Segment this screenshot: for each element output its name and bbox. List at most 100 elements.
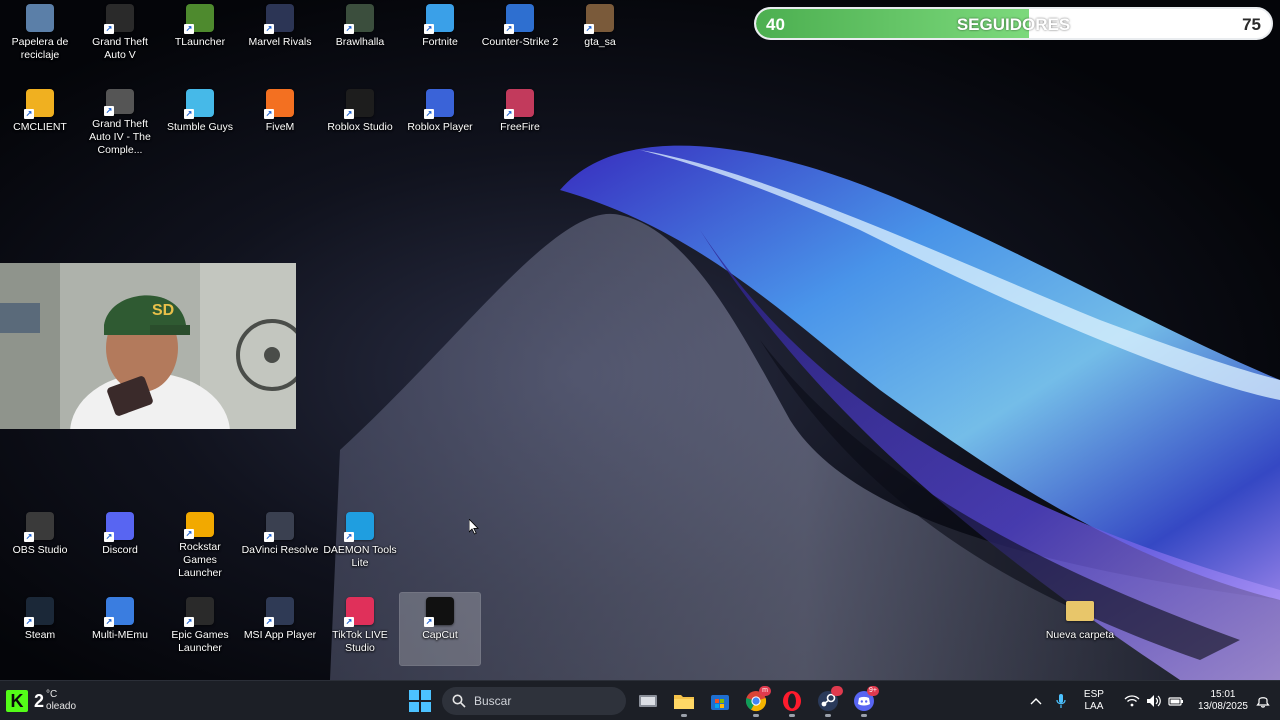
desktop-icon-label: Epic Games Launcher bbox=[171, 629, 229, 654]
windows-icon bbox=[409, 690, 431, 712]
gta-sa-icon: ↗ bbox=[584, 4, 614, 34]
followers-goal-bar: 40 SEGUIDORES 75 bbox=[754, 7, 1273, 40]
system-tray: ESP LAA 15:01 13/08/2025 bbox=[1030, 685, 1270, 717]
volume-icon[interactable] bbox=[1146, 694, 1162, 708]
desktop-icon-freefire[interactable]: ↗ FreeFire bbox=[480, 85, 560, 157]
desktop-icon-capcut[interactable]: ↗ CapCut bbox=[399, 592, 481, 666]
wifi-icon[interactable] bbox=[1124, 695, 1140, 707]
taskbar: K 2 °C oleado Buscar m 9+ ESP LAA 15:01 … bbox=[0, 680, 1280, 720]
fortnite-icon: ↗ bbox=[424, 4, 454, 34]
desktop-icon-tlauncher[interactable]: ↗ TLauncher bbox=[160, 0, 240, 72]
desktop-icon-label: FiveM bbox=[265, 121, 295, 133]
desktop-icon-label: DaVinci Resolve bbox=[241, 544, 319, 556]
brawlhalla-icon: ↗ bbox=[344, 4, 374, 34]
desktop-icon-msi-app-player[interactable]: ↗ MSI App Player bbox=[240, 593, 320, 665]
epic-games-icon: ↗ bbox=[184, 597, 214, 627]
weather-unit: °C bbox=[46, 689, 58, 700]
shortcut-arrow-icon: ↗ bbox=[264, 532, 274, 542]
desktop-icon-nueva-carpeta[interactable]: Nueva carpeta bbox=[1040, 593, 1120, 665]
microphone-icon[interactable] bbox=[1056, 693, 1066, 709]
desktop-icon-obs[interactable]: ↗ OBS Studio bbox=[0, 508, 80, 580]
file-explorer-button[interactable] bbox=[668, 685, 700, 717]
chrome-button[interactable]: m bbox=[740, 685, 772, 717]
desktop-icon-daemon-tools[interactable]: ↗ DAEMON Tools Lite bbox=[320, 508, 400, 580]
clock[interactable]: 15:01 13/08/2025 bbox=[1198, 689, 1248, 713]
battery-icon[interactable] bbox=[1168, 695, 1184, 707]
desktop-icon-label: Discord bbox=[102, 544, 138, 556]
shortcut-arrow-icon: ↗ bbox=[504, 24, 514, 34]
discord-badge: 9+ bbox=[867, 686, 879, 696]
shortcut-arrow-icon: ↗ bbox=[184, 617, 194, 627]
notifications-icon[interactable] bbox=[1256, 694, 1270, 708]
rockstar-icon: ↗ bbox=[184, 512, 214, 539]
desktop-icon-label: Steam bbox=[24, 629, 56, 641]
shortcut-arrow-icon: ↗ bbox=[104, 617, 114, 627]
stumble-guys-icon: ↗ bbox=[184, 89, 214, 119]
taskbar-search[interactable]: Buscar bbox=[442, 687, 626, 715]
desktop-icon-cs2[interactable]: ↗ Counter-Strike 2 bbox=[480, 0, 560, 72]
desktop-icon-gta5[interactable]: ↗ Grand Theft Auto V bbox=[80, 0, 160, 72]
desktop-icon-roblox-studio[interactable]: ↗ Roblox Studio bbox=[320, 85, 400, 157]
cmclient-icon: ↗ bbox=[24, 89, 54, 119]
shortcut-arrow-icon: ↗ bbox=[424, 24, 434, 34]
desktop-icon-gta4[interactable]: ↗ Grand Theft Auto IV - The Comple... bbox=[80, 85, 160, 157]
desktop-icon-tiktok-live[interactable]: ↗ TikTok LIVE Studio bbox=[320, 593, 400, 665]
desktop-icon-label: CMCLIENT bbox=[13, 121, 67, 133]
capcut-icon: ↗ bbox=[424, 597, 454, 627]
weather-widget[interactable]: K 2 °C oleado bbox=[6, 685, 76, 717]
desktop-icon-label: CapCut bbox=[422, 629, 458, 641]
desktop-icon-label: MSI App Player bbox=[243, 629, 317, 641]
chrome-badge: m bbox=[759, 686, 771, 696]
weather-temp-value: 2 bbox=[34, 690, 45, 711]
shortcut-arrow-icon: ↗ bbox=[504, 109, 514, 119]
steam-taskbar-button[interactable] bbox=[812, 685, 844, 717]
desktop-icon-davinci[interactable]: ↗ DaVinci Resolve bbox=[240, 508, 320, 580]
desktop-icon-steam[interactable]: ↗ Steam bbox=[0, 593, 80, 665]
shortcut-arrow-icon: ↗ bbox=[184, 24, 194, 34]
shortcut-arrow-icon: ↗ bbox=[24, 109, 34, 119]
roblox-player-icon: ↗ bbox=[424, 89, 454, 119]
microsoft-store-button[interactable] bbox=[704, 685, 736, 717]
desktop-icon-marvel-rivals[interactable]: ↗ Marvel Rivals bbox=[240, 0, 320, 72]
shortcut-arrow-icon: ↗ bbox=[264, 109, 274, 119]
desktop-icon-label: Nueva carpeta bbox=[1045, 629, 1115, 641]
desktop-icon-gta-sa[interactable]: ↗ gta_sa bbox=[560, 0, 640, 72]
file-explorer-icon bbox=[674, 695, 694, 709]
freefire-icon: ↗ bbox=[504, 89, 534, 119]
microsoft-store-icon bbox=[711, 695, 729, 710]
tiktok-live-icon: ↗ bbox=[344, 597, 374, 627]
discord-taskbar-button[interactable]: 9+ bbox=[848, 685, 880, 717]
kick-icon: K bbox=[6, 690, 28, 712]
desktop-icon-multi-memu[interactable]: ↗ Multi-MEmu bbox=[80, 593, 160, 665]
desktop-icon-roblox-player[interactable]: ↗ Roblox Player bbox=[400, 85, 480, 157]
running-indicator bbox=[681, 714, 687, 717]
search-icon bbox=[452, 694, 466, 708]
language-indicator[interactable]: ESP LAA bbox=[1084, 689, 1104, 713]
desktop-icon-discord[interactable]: ↗ Discord bbox=[80, 508, 160, 580]
desktop-icon-fivem[interactable]: ↗ FiveM bbox=[240, 85, 320, 157]
opera-button[interactable] bbox=[776, 685, 808, 717]
desktop-icon-label: Grand Theft Auto V bbox=[92, 36, 148, 61]
desktop-icon-label: DAEMON Tools Lite bbox=[323, 544, 397, 569]
task-view-button[interactable] bbox=[632, 685, 664, 717]
gta5-icon: ↗ bbox=[104, 4, 134, 34]
desktop-icon-label: Roblox Player bbox=[407, 121, 473, 133]
desktop-icon-rockstar[interactable]: ↗ Rockstar Games Launcher bbox=[160, 508, 240, 580]
desktop-icon-label: Multi-MEmu bbox=[91, 629, 148, 641]
shortcut-arrow-icon: ↗ bbox=[344, 617, 354, 627]
desktop-icon-label: TLauncher bbox=[174, 36, 226, 48]
language-code: ESP bbox=[1083, 689, 1104, 700]
desktop-icon-cmclient[interactable]: ↗ CMCLIENT bbox=[0, 85, 80, 157]
desktop-icon-recycle-bin[interactable]: Papelera de reciclaje bbox=[0, 0, 80, 72]
folder-icon bbox=[1066, 601, 1094, 621]
followers-goal: 75 bbox=[1242, 15, 1261, 34]
desktop-icon-label: Papelera de reciclaje bbox=[11, 36, 69, 61]
marvel-rivals-icon: ↗ bbox=[264, 4, 294, 34]
clock-date: 13/08/2025 bbox=[1197, 701, 1248, 712]
start-button[interactable] bbox=[404, 685, 436, 717]
desktop-icon-fortnite[interactable]: ↗ Fortnite bbox=[400, 0, 480, 72]
desktop-icon-epic-games[interactable]: ↗ Epic Games Launcher bbox=[160, 593, 240, 665]
desktop-icon-stumble-guys[interactable]: ↗ Stumble Guys bbox=[160, 85, 240, 157]
chevron-up-icon[interactable] bbox=[1030, 696, 1042, 706]
desktop-icon-brawlhalla[interactable]: ↗ Brawlhalla bbox=[320, 0, 400, 72]
